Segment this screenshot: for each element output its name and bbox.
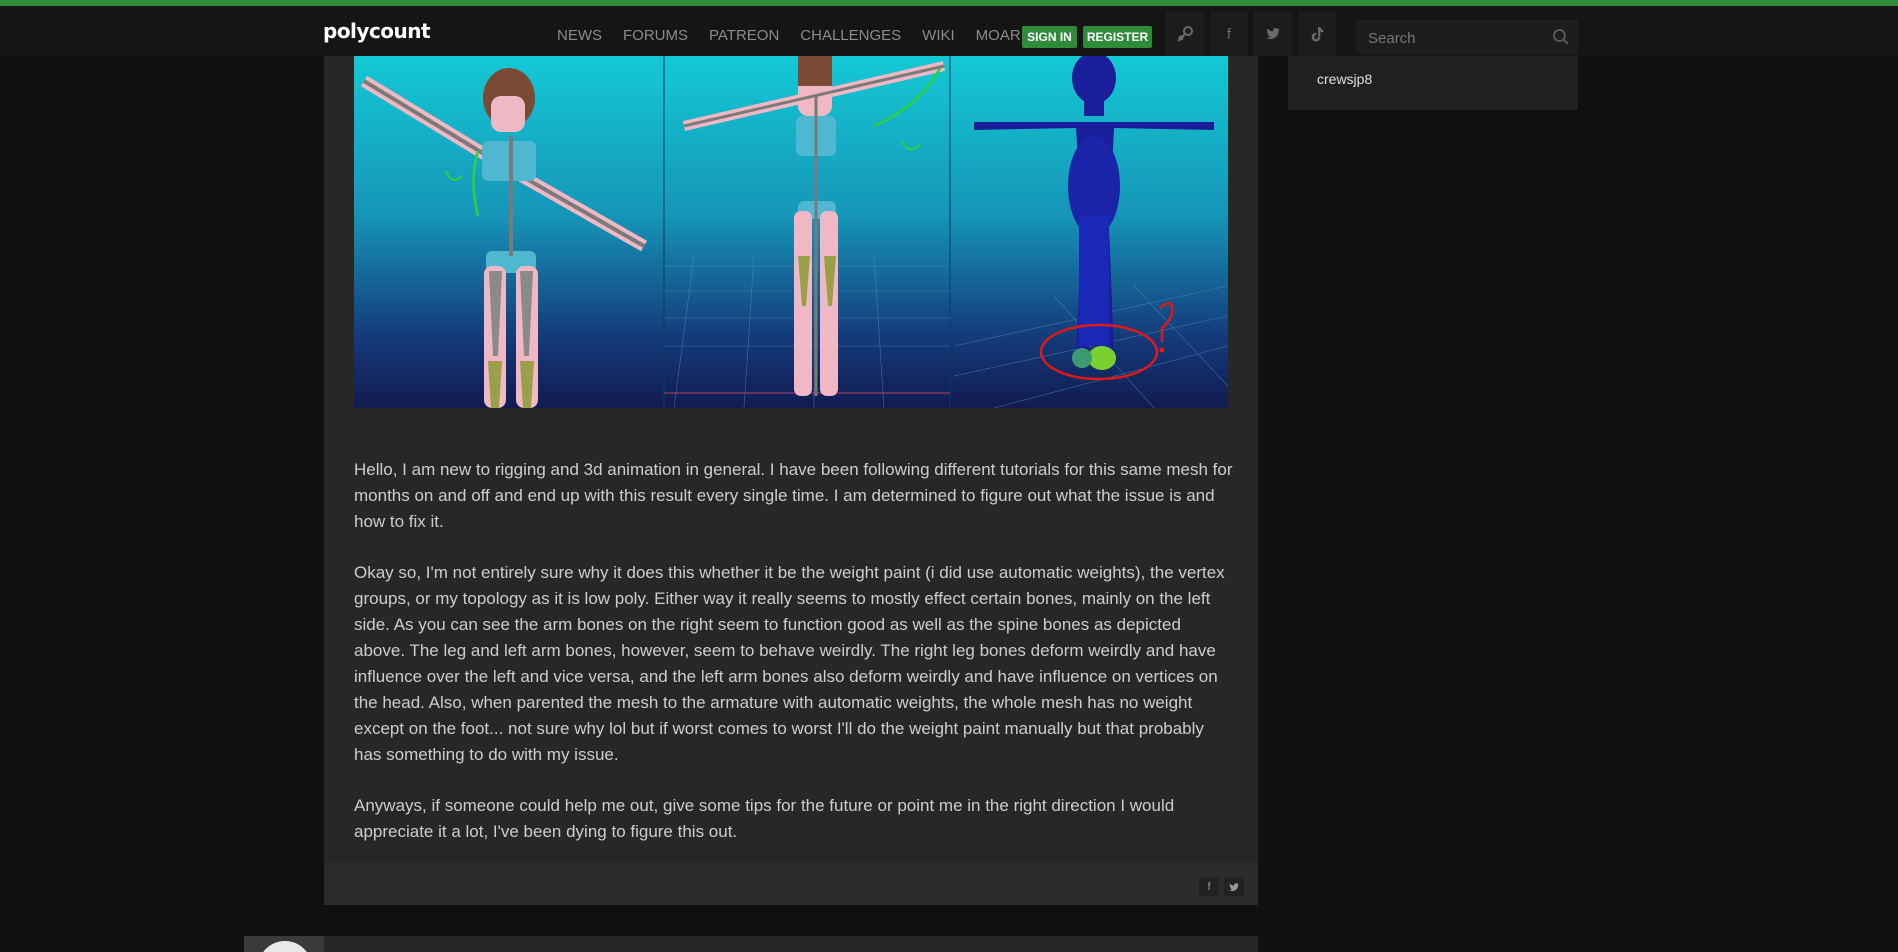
sidebar-username-link[interactable]: crewsjp8	[1317, 71, 1372, 87]
nav-challenges[interactable]: CHALLENGES	[800, 27, 901, 44]
search-input[interactable]	[1356, 20, 1550, 56]
post-paragraph: Hello, I am new to rigging and 3d animat…	[354, 460, 1233, 531]
nav-moar[interactable]: MOAR	[976, 27, 1021, 44]
next-post-panel	[324, 936, 1258, 952]
tiktok-icon[interactable]	[1298, 12, 1336, 56]
nav-forums[interactable]: FORUMS	[623, 27, 688, 44]
post-paragraph: Anyways, if someone could help me out, g…	[354, 796, 1175, 841]
post-footer	[324, 862, 1258, 905]
search-icon[interactable]	[1552, 28, 1570, 46]
sidebar-user-panel: crewsjp8	[1288, 56, 1578, 110]
site-logo[interactable]: polycount	[323, 19, 431, 43]
nav-news[interactable]: NEWS	[557, 27, 602, 44]
sign-in-button[interactable]: SIGN IN	[1022, 26, 1077, 48]
facebook-icon[interactable]: f	[1210, 12, 1248, 56]
steam-icon[interactable]	[1166, 12, 1204, 56]
search-box	[1356, 20, 1578, 56]
share-facebook-icon[interactable]: f	[1199, 878, 1219, 896]
register-button[interactable]: REGISTER	[1083, 26, 1152, 48]
post-body: Hello, I am new to rigging and 3d animat…	[354, 457, 1234, 870]
site-header: polycount NEWS FORUMS PATREON CHALLENGES…	[0, 6, 1898, 56]
share-twitter-icon[interactable]	[1224, 878, 1244, 896]
nav-wiki[interactable]: WIKI	[922, 27, 955, 44]
avatar[interactable]	[244, 936, 324, 952]
twitter-icon[interactable]	[1254, 12, 1292, 56]
post-paragraph: Okay so, I'm not entirely sure why it do…	[354, 563, 1225, 764]
post-image[interactable]	[354, 56, 1228, 408]
main-nav: NEWS FORUMS PATREON CHALLENGES WIKI MOAR	[557, 27, 1042, 44]
nav-patreon[interactable]: PATREON	[709, 27, 779, 44]
